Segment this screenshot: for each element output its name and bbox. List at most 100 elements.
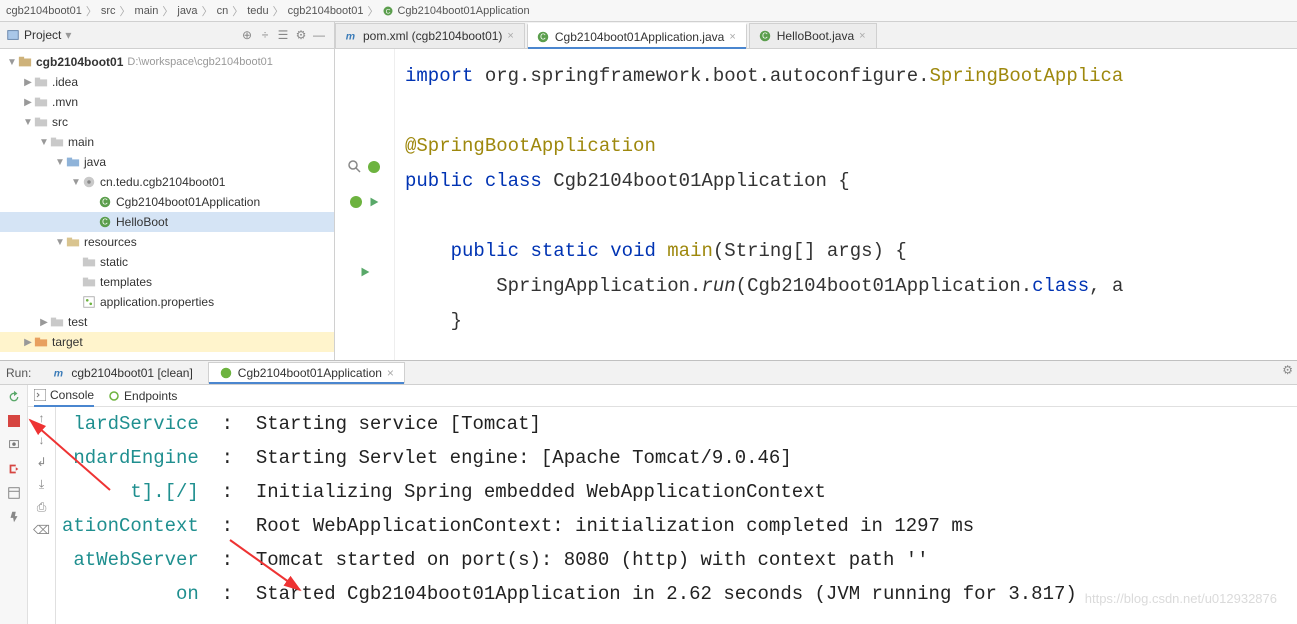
- tree-item-main[interactable]: ▼main: [0, 132, 334, 152]
- folder-icon: [50, 135, 64, 149]
- editor-area: m pom.xml (cgb2104boot01)× C Cgb2104boot…: [335, 22, 1297, 360]
- project-header: Project ▾ ⊕ ÷ ☰ ⚙ —: [0, 22, 334, 49]
- run-tool-window: Run: m cgb2104boot01 [clean] Cgb2104boot…: [0, 360, 1297, 624]
- folder-icon: [82, 255, 96, 269]
- autowire-icon[interactable]: [348, 194, 364, 210]
- folder-res-icon: [66, 235, 80, 249]
- console-tabs: Console Endpoints: [28, 385, 1297, 407]
- softwrap-icon[interactable]: ↲: [36, 455, 46, 469]
- crumb-0[interactable]: cgb2104boot01: [6, 5, 82, 17]
- print-icon[interactable]: ⎙: [37, 500, 47, 515]
- tree-item-src[interactable]: ▼src: [0, 112, 334, 132]
- endpoints-icon: [108, 390, 120, 402]
- run-main-icon[interactable]: [358, 265, 372, 279]
- crumb-1[interactable]: src: [101, 5, 116, 17]
- crumb-3[interactable]: java: [177, 5, 197, 17]
- folder-icon: [82, 275, 96, 289]
- close-icon[interactable]: ×: [507, 30, 513, 42]
- tree-item-target[interactable]: ▶target: [0, 332, 334, 352]
- svg-text:m: m: [346, 31, 355, 43]
- clear-icon[interactable]: ⌫: [33, 523, 50, 537]
- run-class-icon[interactable]: [367, 195, 381, 209]
- stop-icon[interactable]: [6, 413, 22, 429]
- watermark: https://blog.csdn.net/u012932876: [1085, 591, 1277, 606]
- svg-text:C: C: [102, 218, 108, 227]
- folder-icon: [34, 115, 48, 129]
- crumb-7[interactable]: CCgb2104boot01Application: [382, 5, 529, 17]
- spring-icon: [219, 366, 233, 380]
- folder-icon: [34, 95, 48, 109]
- scroll-icon[interactable]: ⤓: [39, 477, 44, 492]
- tree-item-resources[interactable]: ▼resources: [0, 232, 334, 252]
- code-editor[interactable]: import org.springframework.boot.autoconf…: [395, 49, 1123, 360]
- package-icon: [82, 175, 96, 189]
- project-title[interactable]: Project: [24, 28, 61, 42]
- svg-text:C: C: [102, 198, 108, 207]
- tree-item-application-properties[interactable]: application.properties: [0, 292, 334, 312]
- editor-tabs: m pom.xml (cgb2104boot01)× C Cgb2104boot…: [335, 22, 1297, 49]
- tree-item-helloboot[interactable]: CHelloBoot: [0, 212, 334, 232]
- tree-root[interactable]: ▼ cgb2104boot01 D:\workspace\cgb2104boot…: [0, 52, 334, 72]
- gear-icon[interactable]: ⚙: [1282, 363, 1293, 377]
- locate-icon[interactable]: ⊕: [238, 28, 256, 42]
- folder-src-icon: [66, 155, 80, 169]
- run-tab-clean[interactable]: m cgb2104boot01 [clean]: [41, 362, 203, 384]
- tree-item-cgb2104boot01application[interactable]: CCgb2104boot01Application: [0, 192, 334, 212]
- svg-text:C: C: [762, 32, 768, 41]
- crumb-4[interactable]: cn: [217, 5, 229, 17]
- run-label: Run:: [6, 366, 31, 380]
- folder-icon: [50, 315, 64, 329]
- endpoints-tab[interactable]: Endpoints: [108, 389, 177, 403]
- console-toolbar: ↑ ↓ ↲ ⤓ ⎙ ⌫: [28, 407, 56, 624]
- project-icon: [6, 28, 20, 42]
- editor-gutter[interactable]: [335, 49, 395, 360]
- exit-icon[interactable]: [6, 461, 22, 477]
- down-icon[interactable]: ↓: [39, 433, 45, 447]
- tree-item-templates[interactable]: templates: [0, 272, 334, 292]
- close-icon[interactable]: ×: [729, 31, 735, 43]
- settings-icon[interactable]: ⚙: [292, 28, 310, 42]
- tree-item--idea[interactable]: ▶.idea: [0, 72, 334, 92]
- crumb-2[interactable]: main: [135, 5, 159, 17]
- expand-icon[interactable]: ÷: [256, 28, 274, 42]
- close-icon[interactable]: ×: [859, 30, 865, 42]
- svg-text:C: C: [540, 32, 546, 41]
- run-toolbar: [0, 385, 28, 624]
- tree-item-java[interactable]: ▼java: [0, 152, 334, 172]
- crumb-6[interactable]: cgb2104boot01: [288, 5, 364, 17]
- class-icon: C: [98, 195, 112, 209]
- find-usages-icon[interactable]: [347, 159, 363, 175]
- tab-helloboot[interactable]: C HelloBoot.java×: [749, 23, 877, 48]
- crumb-5[interactable]: tedu: [247, 5, 268, 17]
- tab-application[interactable]: C Cgb2104boot01Application.java×: [527, 23, 747, 48]
- close-icon[interactable]: ×: [387, 366, 394, 380]
- project-tool-window: Project ▾ ⊕ ÷ ☰ ⚙ — ▼ cgb2104boot01 D:\w…: [0, 22, 335, 360]
- maven-icon: m: [344, 29, 358, 43]
- tab-pom[interactable]: m pom.xml (cgb2104boot01)×: [335, 23, 525, 48]
- class-icon: C: [536, 30, 550, 44]
- tree-item-static[interactable]: static: [0, 252, 334, 272]
- console-tab[interactable]: Console: [34, 385, 94, 407]
- layout-icon[interactable]: [6, 485, 22, 501]
- tree-item--mvn[interactable]: ▶.mvn: [0, 92, 334, 112]
- console-icon: [34, 389, 46, 401]
- folder-target-icon: [34, 335, 48, 349]
- bean-icon[interactable]: [366, 159, 382, 175]
- breadcrumb: cgb2104boot01〉 src〉 main〉 java〉 cn〉 tedu…: [0, 0, 1297, 22]
- dump-icon[interactable]: [6, 437, 22, 453]
- run-tab-app[interactable]: Cgb2104boot01Application ×: [208, 362, 405, 384]
- rerun-icon[interactable]: [6, 389, 22, 405]
- collapse-icon[interactable]: ☰: [274, 28, 292, 42]
- tree-item-cn-tedu-cgb2104boot01[interactable]: ▼cn.tedu.cgb2104boot01: [0, 172, 334, 192]
- svg-text:C: C: [386, 8, 391, 15]
- project-tree[interactable]: ▼ cgb2104boot01 D:\workspace\cgb2104boot…: [0, 49, 334, 360]
- class-icon: C: [758, 29, 772, 43]
- folder-icon: [34, 75, 48, 89]
- pin-icon[interactable]: [6, 509, 22, 525]
- hide-icon[interactable]: —: [310, 28, 328, 42]
- svg-text:m: m: [54, 368, 63, 380]
- up-icon[interactable]: ↑: [39, 411, 45, 425]
- maven-icon: m: [52, 366, 66, 380]
- tree-item-test[interactable]: ▶test: [0, 312, 334, 332]
- props-icon: [82, 295, 96, 309]
